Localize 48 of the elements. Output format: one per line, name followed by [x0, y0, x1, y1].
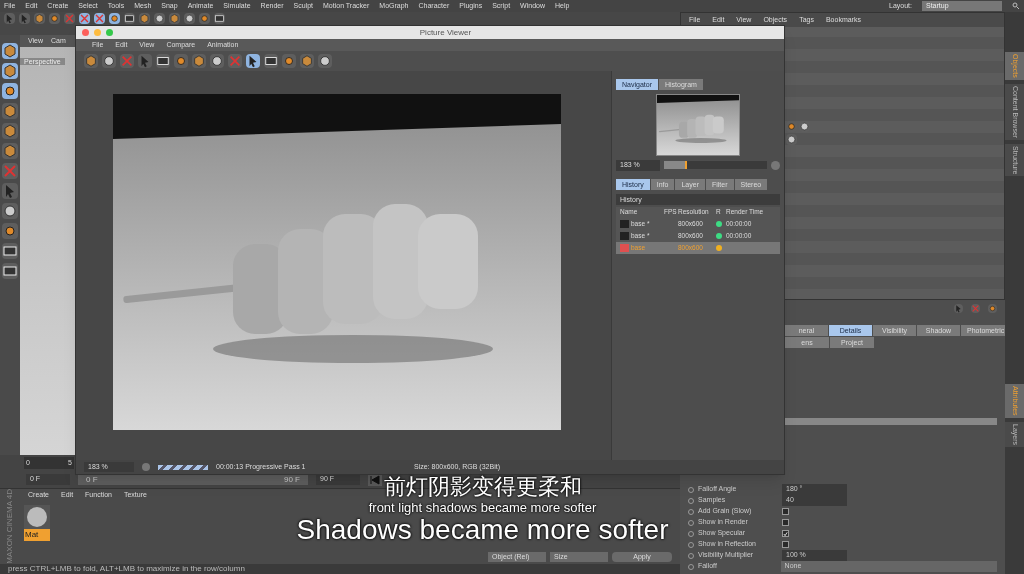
sphere-icon[interactable] — [102, 54, 116, 68]
subtitle: 前灯阴影变得更柔和 — [383, 474, 582, 500]
checkbox[interactable] — [782, 508, 789, 515]
cursor-icon[interactable] — [246, 54, 260, 68]
circle-icon[interactable] — [49, 13, 60, 24]
window-title: Picture Viewer — [418, 26, 473, 39]
cube-icon[interactable] — [84, 54, 98, 68]
cube-icon[interactable] — [139, 13, 150, 24]
cube-icon[interactable] — [2, 102, 18, 119]
sphere-icon — [24, 505, 50, 530]
cube-icon[interactable] — [2, 62, 18, 79]
sphere-icon[interactable] — [2, 202, 18, 219]
sphere-icon[interactable] — [210, 54, 224, 68]
checkbox[interactable] — [782, 541, 789, 548]
zoom-slider[interactable] — [664, 161, 767, 170]
status-text: press CTRL+LMB to fold, ALT+LMB to maximize in the row/column — [0, 564, 680, 574]
sphere-icon[interactable] — [318, 54, 332, 68]
check-icon — [783, 530, 788, 537]
reset-icon[interactable] — [771, 160, 780, 170]
cube-icon[interactable] — [34, 13, 45, 24]
circle-icon[interactable] — [282, 54, 296, 68]
cube-icon[interactable] — [169, 13, 180, 24]
material-name: Mat — [24, 529, 50, 542]
cube-icon[interactable] — [192, 54, 206, 68]
circle-icon[interactable] — [988, 304, 997, 313]
range-label: 90 F — [284, 473, 300, 486]
search-icon[interactable] — [1012, 2, 1020, 10]
reset-icon[interactable] — [142, 463, 150, 471]
cube-icon[interactable] — [2, 142, 18, 159]
progress-bar-icon — [158, 464, 208, 470]
cube-icon[interactable] — [300, 54, 314, 68]
circle-icon[interactable] — [199, 13, 210, 24]
circle-icon[interactable] — [786, 121, 797, 132]
cube-icon[interactable] — [2, 42, 18, 59]
sphere-icon[interactable] — [154, 13, 165, 24]
checkbox[interactable] — [782, 519, 789, 526]
sphere-icon[interactable] — [799, 121, 810, 132]
subtitle: front light shadows became more softer — [368, 500, 597, 515]
sphere-icon[interactable] — [786, 134, 797, 145]
circle-icon[interactable] — [174, 54, 188, 68]
close-icon[interactable] — [82, 29, 89, 36]
subtitle: Shadows became more softer — [296, 515, 669, 545]
circle-icon[interactable] — [109, 13, 120, 24]
checkbox[interactable] — [782, 530, 789, 537]
range-label: 0 F — [86, 473, 98, 486]
cube-icon[interactable] — [2, 122, 18, 139]
material-swatch[interactable]: Mat — [24, 505, 50, 542]
sphere-icon[interactable] — [184, 13, 195, 24]
